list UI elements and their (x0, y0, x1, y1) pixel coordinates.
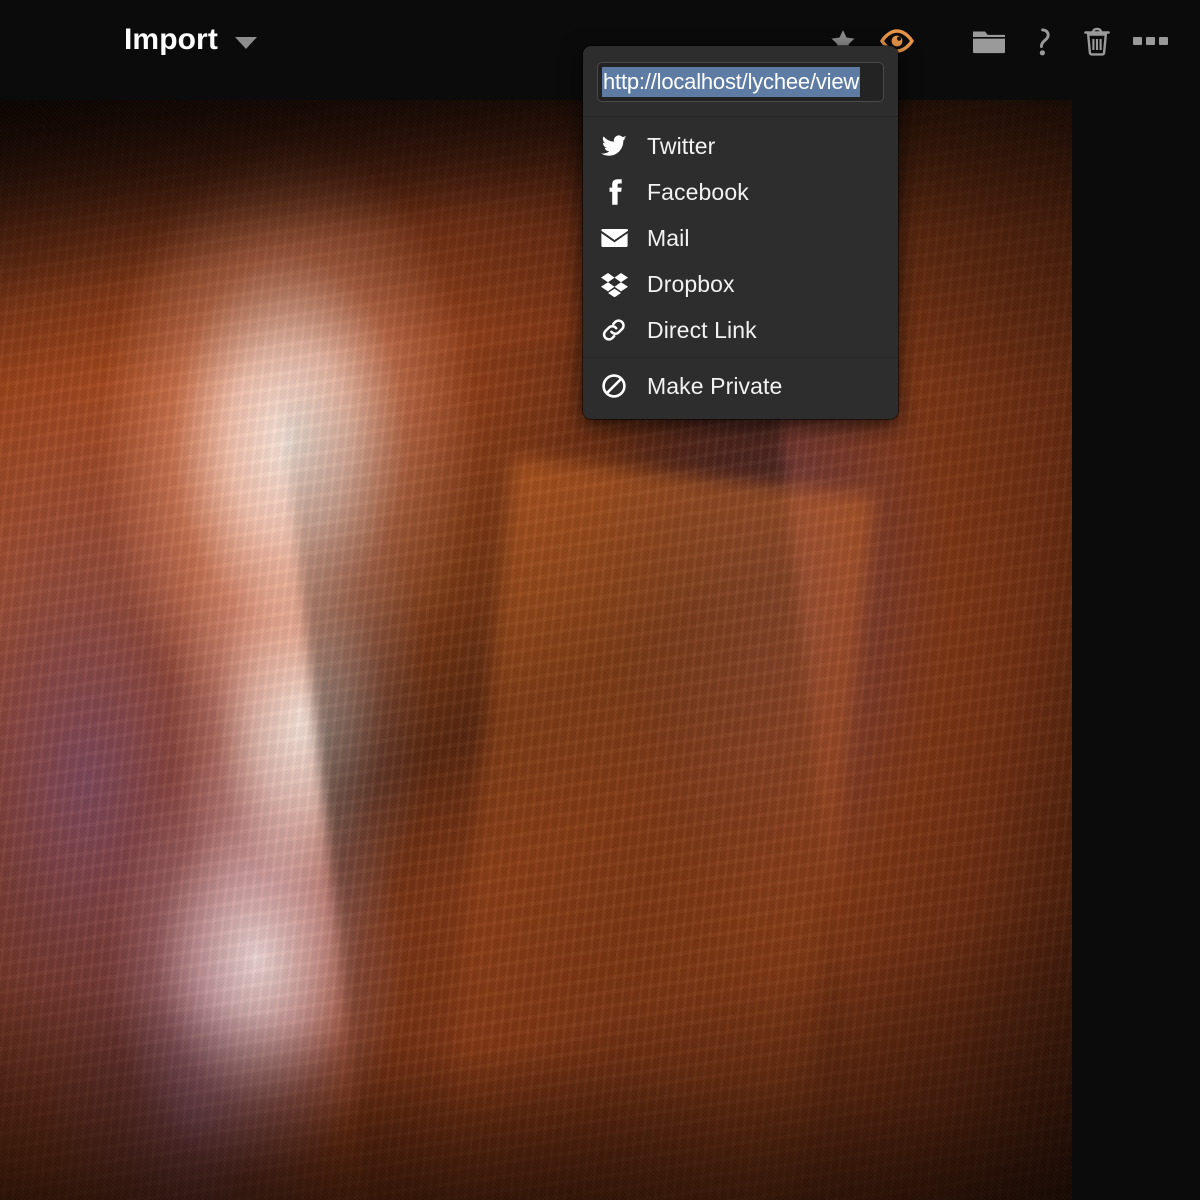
info-icon (1031, 25, 1055, 57)
page-title-dropdown[interactable]: Import (124, 22, 257, 58)
page-title: Import (124, 23, 218, 56)
share-item-twitter[interactable]: Twitter (583, 123, 898, 169)
share-item-make-private[interactable]: Make Private (583, 363, 898, 409)
twitter-icon (601, 135, 647, 157)
photo-layer-grain (0, 100, 1072, 1200)
move-button[interactable] (962, 18, 1016, 64)
ban-icon (601, 373, 647, 399)
share-dropdown: http://localhost/lychee/view Twitter Fac… (583, 46, 898, 419)
trash-icon (1082, 25, 1112, 57)
share-item-mail[interactable]: Mail (583, 215, 898, 261)
share-item-dropbox[interactable]: Dropbox (583, 261, 898, 307)
share-item-label: Mail (647, 225, 690, 251)
share-item-facebook[interactable]: Facebook (583, 169, 898, 215)
more-button[interactable] (1124, 18, 1178, 64)
share-url-input[interactable]: http://localhost/lychee/view (597, 62, 884, 102)
dropbox-icon (601, 272, 647, 297)
photo-viewer[interactable] (0, 100, 1072, 1200)
share-item-direct-link[interactable]: Direct Link (583, 307, 898, 353)
facebook-icon (601, 179, 647, 205)
share-item-label: Dropbox (647, 271, 735, 297)
app-window: Import http://localhost/lychee/view Twit… (0, 0, 1200, 1200)
share-url-value: http://localhost/lychee/view (602, 67, 861, 97)
ellipsis-icon (1131, 35, 1171, 47)
info-button[interactable] (1016, 18, 1070, 64)
share-item-label: Twitter (647, 133, 716, 159)
chevron-down-icon (234, 36, 257, 49)
share-item-label: Direct Link (647, 317, 757, 343)
share-item-label: Facebook (647, 179, 749, 205)
share-url-row: http://localhost/lychee/view (583, 46, 898, 116)
share-targets-list: Twitter Facebook Mail Dropbox Direct Lin… (583, 117, 898, 357)
link-icon (601, 317, 647, 343)
share-item-label: Make Private (647, 373, 783, 399)
share-footer-list: Make Private (583, 358, 898, 417)
delete-button[interactable] (1070, 18, 1124, 64)
folder-icon (972, 27, 1006, 55)
mail-icon (601, 228, 647, 248)
